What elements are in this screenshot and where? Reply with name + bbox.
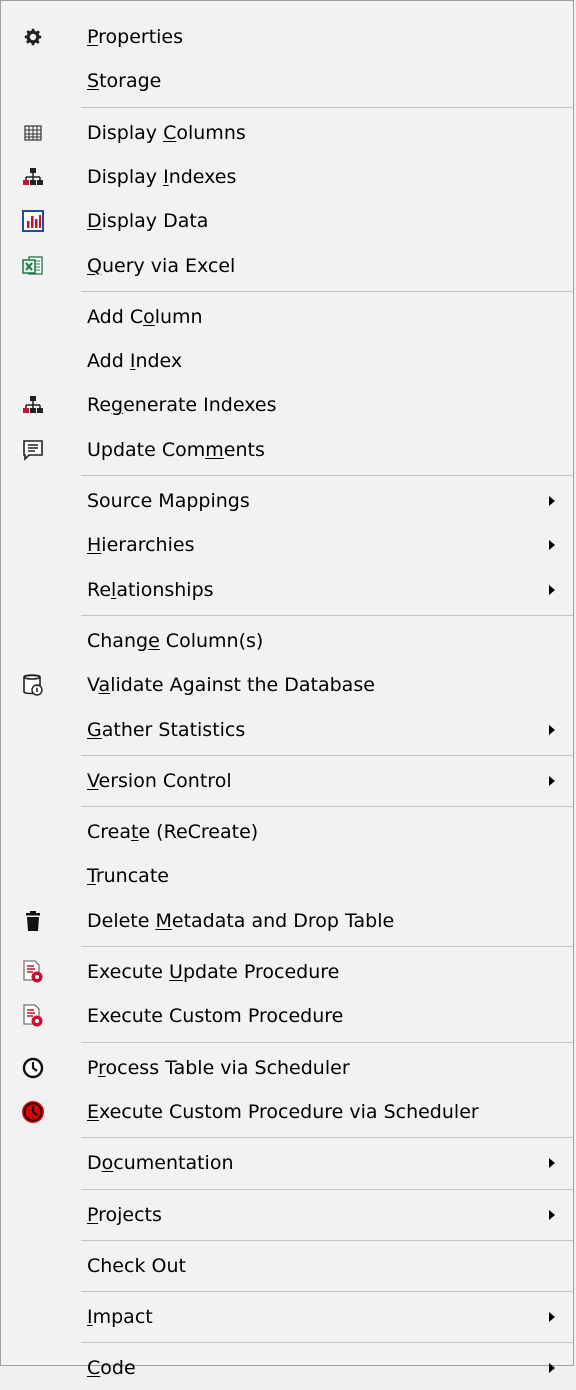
menu-item-label: Check Out xyxy=(87,1254,186,1277)
submenu-arrow-icon xyxy=(549,540,555,551)
comment-icon xyxy=(21,438,45,462)
menu-separator xyxy=(81,806,573,808)
columns-grid-icon xyxy=(21,121,45,145)
menu-item-label: Version Control xyxy=(87,769,232,792)
menu-item-label: Add Index xyxy=(87,350,183,373)
menu-item-label: Create (ReCreate) xyxy=(87,821,259,844)
procedure-run-icon xyxy=(21,960,45,984)
menu-item-properties[interactable]: Properties xyxy=(1,15,573,59)
menu-item-truncate[interactable]: Truncate xyxy=(1,854,573,898)
menu-item-code[interactable]: Code xyxy=(1,1346,573,1390)
menu-item-display-columns[interactable]: Display Columns xyxy=(1,111,573,155)
menu-item-update-comments[interactable]: Update Comments xyxy=(1,428,573,472)
menu-item-impact[interactable]: Impact xyxy=(1,1295,573,1339)
menu-item-create-recreate[interactable]: Create (ReCreate) xyxy=(1,810,573,854)
menu-item-label: Source Mappings xyxy=(87,490,250,512)
menu-item-display-indexes[interactable]: Display Indexes xyxy=(1,155,573,199)
gear-icon xyxy=(21,25,45,49)
menu-item-label: Properties xyxy=(87,26,184,48)
menu-separator xyxy=(81,946,573,947)
menu-item-execute-custom-procedure[interactable]: Execute Custom Procedure xyxy=(1,994,573,1038)
menu-item-label: Execute Custom Procedure xyxy=(87,1005,344,1028)
menu-item-add-index[interactable]: Add Index xyxy=(1,339,573,383)
menu-separator xyxy=(81,1342,573,1344)
menu-separator xyxy=(81,106,573,108)
menu-item-label: Query via Excel xyxy=(87,254,236,277)
menu-item-label: Display Data xyxy=(87,210,209,233)
menu-item-execute-update-procedure[interactable]: Execute Update Procedure xyxy=(1,950,573,994)
menu-separator xyxy=(81,1291,573,1293)
menu-separator xyxy=(81,1239,573,1241)
submenu-arrow-icon xyxy=(549,724,555,735)
menu-item-label: Execute Update Procedure xyxy=(87,961,340,983)
menu-item-label: Projects xyxy=(87,1203,162,1226)
menu-item-delete-metadata-and-drop-table[interactable]: Delete Metadata and Drop Table xyxy=(1,899,573,943)
menu-item-label: Code xyxy=(87,1357,136,1380)
menu-item-execute-custom-procedure-via-scheduler[interactable]: Execute Custom Procedure via Scheduler xyxy=(1,1090,573,1134)
menu-item-label: Relationships xyxy=(87,578,214,601)
menu-item-label: Regenerate Indexes xyxy=(87,394,277,417)
menu-separator xyxy=(81,1137,573,1139)
menu-item-relationships[interactable]: Relationships xyxy=(1,568,573,612)
bar-chart-icon xyxy=(21,209,45,233)
trash-icon xyxy=(21,909,45,933)
menu-item-label: Display Indexes xyxy=(87,165,237,188)
menu-item-validate-against-the-database[interactable]: Validate Against the Database xyxy=(1,663,573,707)
menu-item-gather-statistics[interactable]: Gather Statistics xyxy=(1,708,573,752)
menu-item-label: Hierarchies xyxy=(87,534,195,557)
menu-item-label: Delete Metadata and Drop Table xyxy=(87,909,395,932)
submenu-arrow-icon xyxy=(549,1363,555,1374)
menu-item-check-out[interactable]: Check Out xyxy=(1,1244,573,1288)
menu-item-label: Display Columns xyxy=(87,121,246,144)
database-validate-icon xyxy=(21,673,45,697)
menu-separator xyxy=(81,614,573,616)
menu-item-regenerate-indexes[interactable]: Regenerate Indexes xyxy=(1,383,573,427)
menu-item-label: Documentation xyxy=(87,1152,234,1175)
submenu-arrow-icon xyxy=(549,1158,555,1169)
menu-item-label: Validate Against the Database xyxy=(87,674,375,697)
submenu-arrow-icon xyxy=(549,584,555,595)
index-tree-icon xyxy=(21,393,45,417)
submenu-arrow-icon xyxy=(549,1209,555,1220)
menu-item-version-control[interactable]: Version Control xyxy=(1,759,573,803)
menu-item-label: Impact xyxy=(87,1306,153,1329)
menu-item-display-data[interactable]: Display Data xyxy=(1,199,573,243)
menu-separator xyxy=(81,290,573,292)
menu-separator xyxy=(81,754,573,756)
menu-item-label: Storage xyxy=(87,70,162,93)
menu-item-documentation[interactable]: Documentation xyxy=(1,1141,573,1185)
submenu-arrow-icon xyxy=(549,775,555,786)
context-menu: Properties Storage Display Columns Display … xyxy=(0,0,574,1379)
menu-item-label: Add Column xyxy=(87,305,203,328)
menu-item-query-via-excel[interactable]: Query via Excel xyxy=(1,244,573,288)
menu-item-hierarchies[interactable]: Hierarchies xyxy=(1,523,573,567)
menu-item-label: Execute Custom Procedure via Scheduler xyxy=(87,1100,479,1123)
excel-icon xyxy=(21,254,45,278)
clock-icon xyxy=(21,1056,45,1080)
menu-item-label: Gather Statistics xyxy=(87,718,246,741)
menu-item-add-column[interactable]: Add Column xyxy=(1,295,573,339)
menu-item-storage[interactable]: Storage xyxy=(1,59,573,103)
procedure-run-icon xyxy=(21,1004,45,1028)
menu-item-change-column-s[interactable]: Change Column(s) xyxy=(1,619,573,663)
menu-separator xyxy=(81,1188,573,1190)
menu-item-projects[interactable]: Projects xyxy=(1,1193,573,1237)
menu-separator xyxy=(81,1041,573,1043)
submenu-arrow-icon xyxy=(549,496,555,506)
red-clock-icon xyxy=(21,1100,45,1124)
menu-item-label: Update Comments xyxy=(87,438,265,461)
submenu-arrow-icon xyxy=(549,1312,555,1323)
menu-item-label: Truncate xyxy=(87,865,169,888)
menu-item-label: Process Table via Scheduler xyxy=(87,1056,350,1079)
menu-item-process-table-via-scheduler[interactable]: Process Table via Scheduler xyxy=(1,1046,573,1090)
menu-item-source-mappings[interactable]: Source Mappings xyxy=(1,479,573,523)
menu-separator xyxy=(81,475,573,476)
index-tree-icon xyxy=(21,165,45,189)
menu-item-label: Change Column(s) xyxy=(87,629,264,652)
